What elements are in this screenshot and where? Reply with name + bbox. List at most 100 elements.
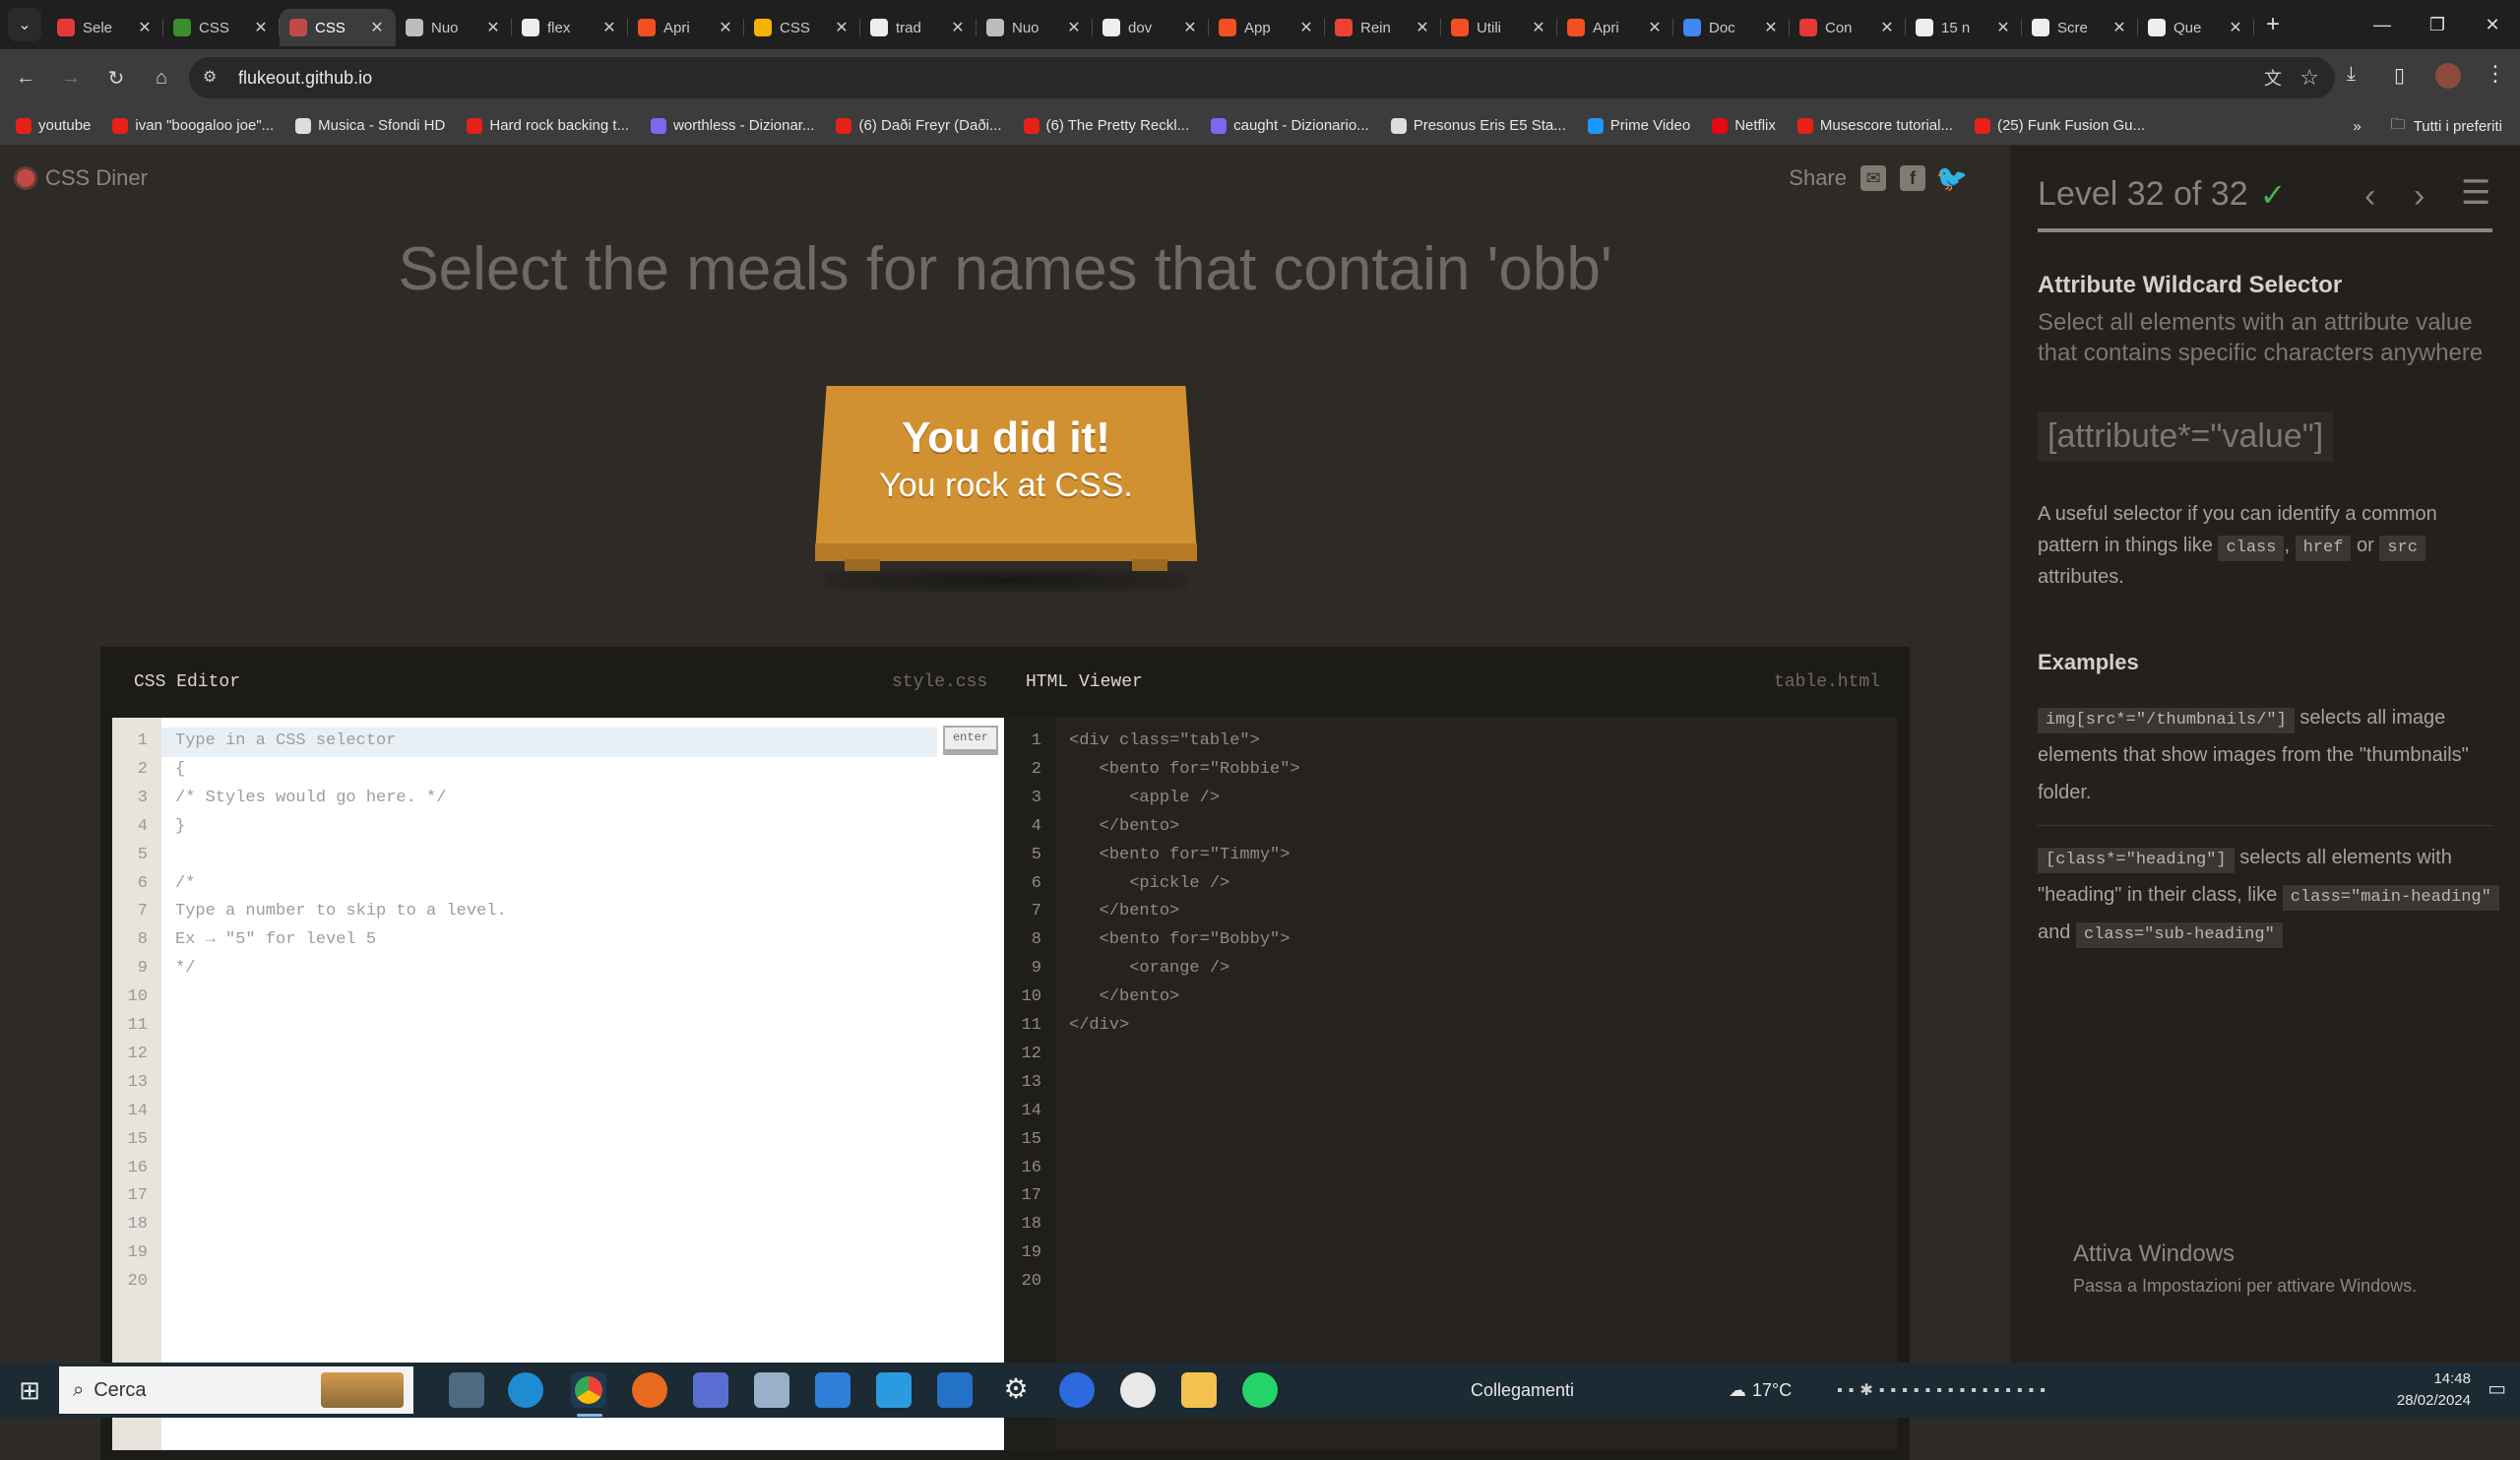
- browser-tab[interactable]: Nuo ✕: [976, 9, 1093, 46]
- bookmark-item[interactable]: caught - Dizionario...: [1211, 117, 1369, 134]
- browser-tab[interactable]: CSS ✕: [280, 9, 396, 46]
- slack-icon[interactable]: [1120, 1372, 1156, 1408]
- links-toolbar[interactable]: Collegamenti: [1471, 1363, 1574, 1418]
- menu-icon[interactable]: ⋮: [2485, 61, 2506, 87]
- translate-icon[interactable]: 文: [2264, 65, 2282, 91]
- camera-app-icon[interactable]: [449, 1372, 484, 1408]
- css-editor[interactable]: enter 1 Type in a CSS selector 2 {3 /* Style…: [112, 718, 1004, 1450]
- browser-tab[interactable]: trad ✕: [860, 9, 976, 46]
- store-app-icon[interactable]: [876, 1372, 912, 1408]
- tab-close-icon[interactable]: ✕: [1762, 18, 1780, 37]
- browser-tab[interactable]: CSS ✕: [744, 9, 860, 46]
- profile-avatar[interactable]: [2435, 63, 2461, 89]
- video-editor-icon[interactable]: [693, 1372, 728, 1408]
- logo[interactable]: CSS Diner: [14, 165, 148, 191]
- site-info-icon[interactable]: ⚙: [203, 67, 224, 89]
- tab-close-icon[interactable]: ✕: [717, 18, 734, 37]
- firefox-icon[interactable]: [632, 1372, 667, 1408]
- browser-tab[interactable]: flex ✕: [512, 9, 628, 46]
- tab-close-icon[interactable]: ✕: [1994, 18, 2012, 37]
- side-panel-icon[interactable]: ▯: [2394, 63, 2405, 88]
- tab-close-icon[interactable]: ✕: [252, 18, 270, 37]
- close-window-button[interactable]: ✕: [2463, 0, 2520, 49]
- windows-start-icon[interactable]: ⊞: [0, 1363, 59, 1418]
- browser-tab[interactable]: Que ✕: [2138, 9, 2254, 46]
- reload-button[interactable]: ↻: [96, 58, 136, 97]
- browser-tab[interactable]: CSS ✕: [163, 9, 280, 46]
- address-bar[interactable]: ⚙ flukeout.github.io 文 ☆: [189, 57, 2335, 98]
- bookmark-item[interactable]: (25) Funk Fusion Gu...: [1974, 117, 2145, 134]
- tab-close-icon[interactable]: ✕: [1414, 18, 1431, 37]
- all-bookmarks-link[interactable]: Tutti i preferiti: [2414, 118, 2502, 135]
- bookmark-item[interactable]: (6) The Pretty Reckl...: [1023, 117, 1189, 134]
- photos-app-icon[interactable]: [754, 1372, 789, 1408]
- tab-close-icon[interactable]: ✕: [2110, 18, 2128, 37]
- whatsapp-icon[interactable]: [1242, 1372, 1278, 1408]
- twitter-icon[interactable]: 🐦: [1936, 163, 1968, 193]
- browser-tab[interactable]: Sele ✕: [47, 9, 163, 46]
- browser-tab[interactable]: dov ✕: [1093, 9, 1209, 46]
- bookmark-item[interactable]: worthless - Dizionar...: [651, 117, 814, 134]
- browser-tab[interactable]: Scre ✕: [2022, 9, 2138, 46]
- previous-level-button[interactable]: ‹: [2364, 177, 2375, 216]
- new-tab-button[interactable]: +: [2266, 11, 2280, 38]
- browser-tab[interactable]: Con ✕: [1790, 9, 1906, 46]
- browser-tab[interactable]: Utili ✕: [1441, 9, 1557, 46]
- minimize-button[interactable]: —: [2353, 0, 2412, 49]
- forward-button[interactable]: →: [51, 58, 91, 97]
- tab-close-icon[interactable]: ✕: [833, 18, 850, 37]
- enter-button[interactable]: enter: [943, 726, 998, 755]
- bookmark-item[interactable]: Presonus Eris E5 Sta...: [1390, 117, 1566, 134]
- chrome-icon[interactable]: [575, 1376, 602, 1404]
- tab-close-icon[interactable]: ✕: [1181, 18, 1199, 37]
- browser-tab[interactable]: 15 n ✕: [1906, 9, 2022, 46]
- tab-close-icon[interactable]: ✕: [949, 18, 967, 37]
- bookmark-item[interactable]: Musica - Sfondi HD: [295, 117, 445, 134]
- home-button[interactable]: ⌂: [142, 58, 181, 97]
- browser-tab[interactable]: Doc ✕: [1673, 9, 1790, 46]
- file-explorer-icon[interactable]: [1181, 1372, 1217, 1408]
- more-bookmarks-icon[interactable]: »: [2353, 118, 2361, 135]
- weather-widget[interactable]: ☁ 17°C: [1729, 1363, 1792, 1418]
- restore-button[interactable]: ❐: [2408, 0, 2467, 49]
- taskbar-search[interactable]: ⌕ Cerca: [59, 1366, 413, 1414]
- bookmark-item[interactable]: Prime Video: [1587, 117, 1690, 134]
- zoom-icon[interactable]: [1059, 1372, 1095, 1408]
- tab-close-icon[interactable]: ✕: [136, 18, 154, 37]
- tab-close-icon[interactable]: ✕: [1646, 18, 1664, 37]
- tab-close-icon[interactable]: ✕: [484, 18, 502, 37]
- system-tray-icons[interactable]: ▪▪✱▪▪▪▪▪▪▪▪▪▪▪▪▪▪▪: [1837, 1363, 2051, 1418]
- tab-close-icon[interactable]: ✕: [2227, 18, 2244, 37]
- tab-close-icon[interactable]: ✕: [600, 18, 618, 37]
- email-icon[interactable]: ✉: [1860, 165, 1886, 191]
- browser-tab[interactable]: Nuo ✕: [396, 9, 512, 46]
- tab-close-icon[interactable]: ✕: [1065, 18, 1083, 37]
- calendar-app-icon[interactable]: [937, 1372, 973, 1408]
- bookmark-item[interactable]: youtube: [16, 117, 91, 134]
- notifications-icon[interactable]: ▭: [2488, 1376, 2506, 1401]
- bookmark-item[interactable]: (6) Daði Freyr (Daði...: [836, 117, 1002, 134]
- browser-tab[interactable]: Apri ✕: [628, 9, 744, 46]
- bookmark-star-icon[interactable]: ☆: [2300, 65, 2319, 91]
- edge-icon[interactable]: [508, 1372, 543, 1408]
- tab-close-icon[interactable]: ✕: [1297, 18, 1315, 37]
- tab-close-icon[interactable]: ✕: [1878, 18, 1896, 37]
- app-icon[interactable]: [815, 1372, 850, 1408]
- back-button[interactable]: ←: [6, 58, 45, 97]
- settings-icon[interactable]: ⚙: [998, 1372, 1034, 1408]
- browser-tab[interactable]: Apri ✕: [1557, 9, 1673, 46]
- download-icon[interactable]: ⤓: [2347, 63, 2356, 86]
- tab-close-icon[interactable]: ✕: [1530, 18, 1547, 37]
- clock[interactable]: 14:48 28/02/2024: [2397, 1368, 2471, 1412]
- tab-close-icon[interactable]: ✕: [368, 18, 386, 37]
- next-level-button[interactable]: ›: [2414, 177, 2425, 216]
- level-menu-icon[interactable]: ☰: [2461, 173, 2490, 213]
- browser-tab[interactable]: App ✕: [1209, 9, 1325, 46]
- browser-tab[interactable]: Rein ✕: [1325, 9, 1441, 46]
- bookmark-item[interactable]: ivan "boogaloo joe"...: [112, 117, 274, 134]
- bookmark-item[interactable]: Hard rock backing t...: [467, 117, 629, 134]
- tab-search-button[interactable]: ⌄: [8, 8, 41, 41]
- bookmark-item[interactable]: Musescore tutorial...: [1796, 117, 1953, 134]
- facebook-icon[interactable]: f: [1900, 165, 1925, 191]
- bookmark-item[interactable]: Netflix: [1712, 117, 1776, 134]
